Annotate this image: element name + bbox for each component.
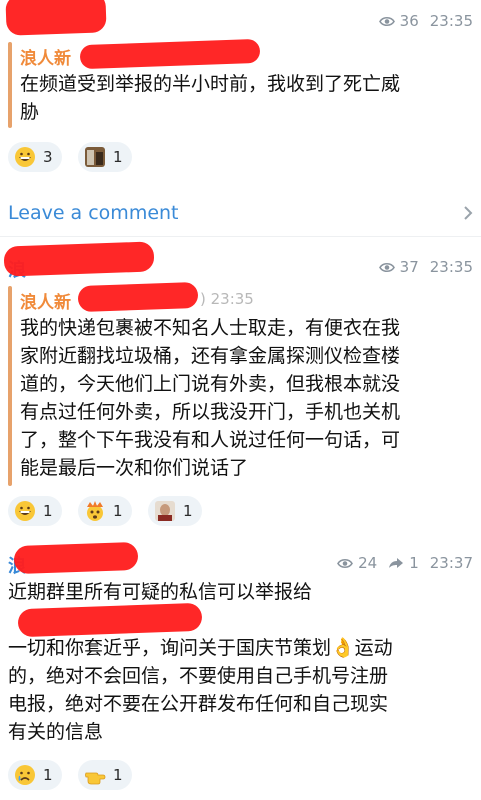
eye-icon [378,16,395,26]
reaction-chip[interactable]: 3 [8,142,62,172]
quote-author: 浪人新 [20,293,71,313]
reaction-chip[interactable]: 1 [8,760,62,790]
quote-bar [8,286,12,486]
view-count: 24 [358,554,378,572]
reaction-chip[interactable]: 1 [78,496,132,526]
reaction-count: 1 [183,502,193,520]
eye-icon [337,558,354,568]
reaction-count: 1 [113,766,123,784]
post-time: 23:37 [429,554,473,572]
redaction-mark [5,0,107,36]
reaction-count: 1 [43,502,53,520]
exploding-head-icon [87,501,103,521]
share-count: 1 [409,554,419,572]
eye-icon [378,262,395,272]
redaction-mark [79,38,261,70]
post-meta: 37 23:35 [378,258,473,276]
photo-thumb-icon [155,501,175,521]
photo-thumb-icon [85,147,105,167]
message-body: 一切和你套近乎，询问关于国庆节策划👌运动 的，绝对不会回信，不要使用自己手机号注… [8,637,393,743]
post-time: 23:35 [429,258,473,276]
crying-face-icon [15,765,35,785]
reaction-count: 1 [113,148,123,166]
redaction-mark [17,602,203,638]
quoted-message: 在频道受到举报的半小时前，我收到了死亡威 胁 [20,73,401,123]
chevron-right-icon [464,206,473,220]
reaction-chip[interactable]: 1 [8,496,62,526]
post-meta: 24 1 23:37 [337,554,473,572]
quote-time: ) 23:35 [200,290,254,308]
reaction-chip[interactable]: 1 [78,760,132,790]
pointing-hand-icon [85,772,106,785]
redaction-mark [13,541,139,575]
reaction-chip[interactable]: 1 [148,496,202,526]
leave-comment-label: Leave a comment [8,202,179,224]
view-count: 37 [399,258,419,276]
reaction-chip[interactable]: 1 [78,142,132,172]
redaction-mark [3,241,155,277]
grinning-face-icon [15,501,35,521]
divider [0,236,481,237]
reaction-count: 3 [43,148,53,166]
post-meta: 36 23:35 [378,12,473,30]
redaction-mark [77,281,199,313]
grinning-face-icon [15,147,35,167]
message-line: 近期群里所有可疑的私信可以举报给 [8,581,313,603]
quote-author: 浪人新 [20,49,71,69]
quote-bar [8,42,12,128]
reaction-count: 1 [113,502,123,520]
forward-icon [389,558,404,568]
view-count: 36 [399,12,419,30]
channel-feed: 36 23:35 浪人新 在频道受到举报的半小时前，我收到了死亡威 胁 3 1 … [0,0,481,800]
reaction-count: 1 [43,766,53,784]
quoted-message: 我的快递包裹被不知名人士取走，有便衣在我 家附近翻找垃圾桶，还有拿金属探测仪检查… [20,317,401,479]
post-time: 23:35 [429,12,473,30]
leave-comment-button[interactable]: Leave a comment [8,198,473,228]
